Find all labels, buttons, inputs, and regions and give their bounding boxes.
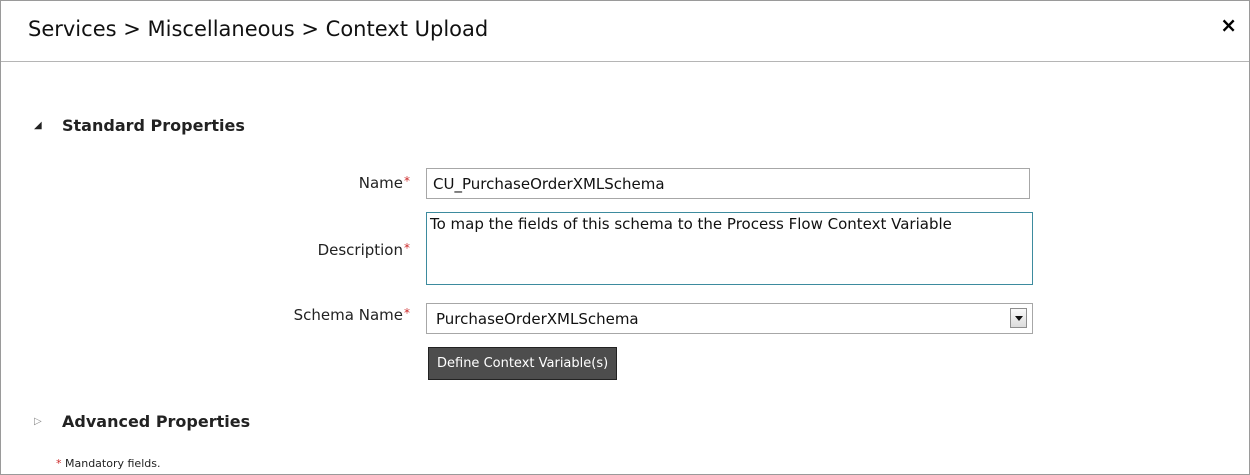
- title-bar: Services > Miscellaneous > Context Uploa…: [1, 1, 1249, 62]
- description-textarea[interactable]: To map the fields of this schema to the …: [426, 212, 1033, 285]
- triangle-down-icon: ◢: [34, 120, 42, 131]
- context-upload-dialog: Services > Miscellaneous > Context Uploa…: [0, 0, 1250, 475]
- triangle-right-icon: ▷: [34, 416, 42, 427]
- advanced-properties-header[interactable]: ▷ Advanced Properties: [34, 412, 250, 431]
- define-context-variables-button[interactable]: Define Context Variable(s): [428, 347, 618, 380]
- schema-name-value: PurchaseOrderXMLSchema: [436, 310, 639, 328]
- close-icon[interactable]: ×: [1220, 15, 1237, 35]
- chevron-down-icon[interactable]: [1010, 308, 1027, 328]
- advanced-properties-label: Advanced Properties: [62, 412, 251, 431]
- required-marker: *: [404, 241, 410, 255]
- schema-name-label: Schema Name*: [293, 306, 410, 324]
- mandatory-fields-note: * Mandatory fields.: [56, 457, 161, 470]
- description-label: Description*: [317, 241, 410, 259]
- breadcrumb: Services > Miscellaneous > Context Uploa…: [28, 17, 489, 41]
- schema-name-select[interactable]: PurchaseOrderXMLSchema: [426, 303, 1033, 334]
- required-marker: *: [404, 306, 410, 320]
- standard-properties-header[interactable]: ◢ Standard Properties: [34, 116, 245, 135]
- name-input[interactable]: [426, 168, 1030, 199]
- standard-properties-label: Standard Properties: [62, 116, 245, 135]
- required-marker: *: [404, 174, 410, 188]
- name-label: Name*: [358, 174, 410, 192]
